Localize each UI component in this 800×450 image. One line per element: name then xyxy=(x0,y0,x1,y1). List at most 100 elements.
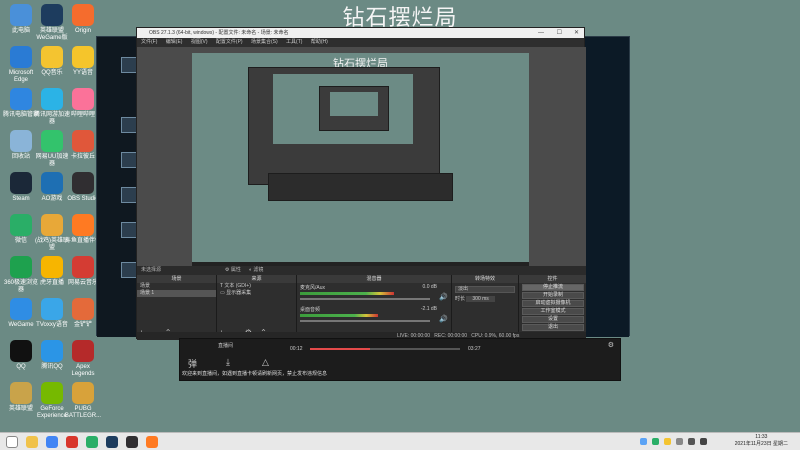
track-name: 麦克风/Aux xyxy=(300,285,326,291)
wechat-icon xyxy=(10,214,32,236)
source-item-display[interactable]: ▭ 显示器采集 xyxy=(217,290,296,297)
volume-icon[interactable] xyxy=(676,438,683,445)
douyu-icon xyxy=(72,214,94,236)
obs-preview-area[interactable]: 钻石摆烂局 xyxy=(137,47,586,275)
transition-duration[interactable]: 时长 300 ms xyxy=(455,296,515,303)
nested-obs-window xyxy=(248,67,440,185)
taskbar-clock[interactable]: 11:33 2021年11月23日 星期二 xyxy=(735,434,788,448)
danmaku-icon[interactable]: 弹 xyxy=(188,357,197,370)
speaker-icon[interactable]: 🔊 xyxy=(439,315,448,323)
league-taskbar-icon[interactable] xyxy=(106,436,118,448)
launcher-nav-icon[interactable] xyxy=(121,57,137,73)
wechat-taskbar-icon[interactable] xyxy=(86,436,98,448)
lol-icon xyxy=(41,4,63,26)
player-progress[interactable] xyxy=(310,348,460,350)
launcher-nav-icon[interactable] xyxy=(121,262,137,278)
scene-item-selected[interactable]: 场景 1 xyxy=(137,290,216,297)
qqmusic-icon xyxy=(41,46,63,68)
live-player[interactable]: 直播间 00:12 03:27 弹 ⤓ △ ⚙ 欢迎来到直播间，如遇到直播卡顿请… xyxy=(179,338,621,381)
start-recording-button[interactable]: 开始录制 xyxy=(522,292,584,299)
bilibili-icon xyxy=(72,88,94,110)
properties-button[interactable]: ⚙ 属性 xyxy=(225,266,241,275)
track-db: 0.0 dB xyxy=(422,284,437,290)
computer-icon xyxy=(10,4,32,26)
start-icon[interactable] xyxy=(6,436,18,448)
league-icon xyxy=(41,214,63,236)
obs-titlebar[interactable]: OBS 27.1.3 (64-bit, windows) - 配置文件: 未命名… xyxy=(137,28,584,38)
taskbar: 11:33 2021年11月23日 星期二 xyxy=(0,432,800,450)
share-icon[interactable]: △ xyxy=(262,357,269,368)
sources-dock: 来源 T 文本 (GDI+) ▭ 显示器采集 + − ⚙ ⌃ ⌄ xyxy=(217,275,297,340)
scenes-dock: 场景 场景 场景 1 + − ⌃ ⌄ xyxy=(137,275,217,340)
transition-select[interactable]: 淡出 xyxy=(455,286,515,293)
mixer-track[interactable]: 麦克风/Aux 0.0 dB 🔊 xyxy=(297,283,451,305)
volume-slider[interactable] xyxy=(300,320,430,322)
tray-icon[interactable] xyxy=(652,438,659,445)
launcher-nav-icon[interactable] xyxy=(121,152,137,168)
netease-icon xyxy=(72,256,94,278)
settings-button[interactable]: 设置 xyxy=(522,316,584,323)
exit-button[interactable]: 退出 xyxy=(522,324,584,331)
menu-scene-collection[interactable]: 场景集合(S) xyxy=(251,39,278,45)
desktop-shortcut[interactable]: PUBG BATTLEGR... xyxy=(64,382,102,420)
tray-icon[interactable] xyxy=(664,438,671,445)
launcher-nav-icon[interactable] xyxy=(121,222,137,238)
speaker-icon[interactable]: 🔊 xyxy=(439,293,448,301)
virtual-camera-button[interactable]: 启动虚拟摄像机 xyxy=(522,300,584,307)
menu-profile[interactable]: 配置文件(P) xyxy=(216,39,243,45)
nested-canvas xyxy=(273,74,413,144)
nvidia-icon xyxy=(41,382,63,404)
scenes-header: 场景 xyxy=(137,275,216,283)
volume-meter xyxy=(300,292,394,295)
stop-streaming-button[interactable]: 停止推流 xyxy=(522,284,584,291)
desktop-shortcut-label: PUBG BATTLEGR... xyxy=(64,406,102,419)
nested-canvas-deep xyxy=(330,92,378,116)
menu-tools[interactable]: 工具(T) xyxy=(286,39,302,45)
mixer-track[interactable]: 桌面音频 -2.1 dB 🔊 xyxy=(297,305,451,327)
folder-icon[interactable] xyxy=(26,436,38,448)
nested-obs-window-deep xyxy=(319,86,389,131)
launcher-friends-panel xyxy=(579,37,629,337)
game-launcher-icon[interactable] xyxy=(66,436,78,448)
chrome-icon[interactable] xyxy=(46,436,58,448)
download-icon[interactable]: ⤓ xyxy=(226,357,230,368)
minimize-icon[interactable]: — xyxy=(538,28,544,38)
ao-icon xyxy=(41,172,63,194)
input-method-icon[interactable] xyxy=(700,438,707,445)
menu-file[interactable]: 文件(F) xyxy=(141,39,157,45)
pcmanager-icon xyxy=(10,88,32,110)
lol-client-icon xyxy=(10,382,32,404)
douyu-taskbar-icon[interactable] xyxy=(146,436,158,448)
wegame-icon xyxy=(10,298,32,320)
launcher-nav-icon[interactable] xyxy=(121,117,137,133)
launcher-nav-icon[interactable] xyxy=(121,187,137,203)
pubg-icon xyxy=(72,382,94,404)
transitions-dock: 转场特效 淡出 时长 300 ms xyxy=(452,275,519,340)
scene-item[interactable]: 场景 xyxy=(137,283,216,290)
obs-window[interactable]: OBS 27.1.3 (64-bit, windows) - 配置文件: 未命名… xyxy=(136,27,586,340)
maximize-icon[interactable]: ☐ xyxy=(557,28,562,38)
menu-view[interactable]: 视图(V) xyxy=(191,39,208,45)
studio-mode-button[interactable]: 工作室模式 xyxy=(522,308,584,315)
desktop-shortcut[interactable]: Apex Legends xyxy=(64,340,102,378)
source-item-text[interactable]: T 文本 (GDI+) xyxy=(217,283,296,290)
network-icon[interactable] xyxy=(688,438,695,445)
preview-canvas[interactable]: 钻石摆烂局 xyxy=(192,53,529,269)
browser-icon xyxy=(10,256,32,278)
desktop-shortcut[interactable]: Origin xyxy=(64,4,102,35)
filters-button[interactable]: ◐ 滤镜 xyxy=(249,266,263,275)
uu-icon xyxy=(41,130,63,152)
obs-menubar: 文件(F) 编辑(E) 视图(V) 配置文件(P) 场景集合(S) 工具(T) … xyxy=(137,38,584,47)
current-time: 00:12 xyxy=(290,346,303,352)
player-notice: 欢迎来到直播间，如遇到直播卡顿请刷新网页，禁止发布违规信息 xyxy=(182,371,328,377)
obs-taskbar-icon[interactable] xyxy=(126,436,138,448)
menu-edit[interactable]: 编辑(E) xyxy=(166,39,183,45)
no-source-label: 未选择源 xyxy=(141,267,162,273)
close-icon[interactable]: ✕ xyxy=(574,28,579,38)
player-settings-icon[interactable]: ⚙ xyxy=(608,341,614,349)
mixer-dock: 混音器 麦克风/Aux 0.0 dB 🔊 桌面音频 -2.1 dB 🔊 xyxy=(297,275,452,340)
menu-help[interactable]: 帮助(H) xyxy=(311,39,328,45)
tray-icon[interactable] xyxy=(640,438,647,445)
desktop-shortcut-label: Origin xyxy=(74,28,91,34)
volume-slider[interactable] xyxy=(300,298,430,300)
